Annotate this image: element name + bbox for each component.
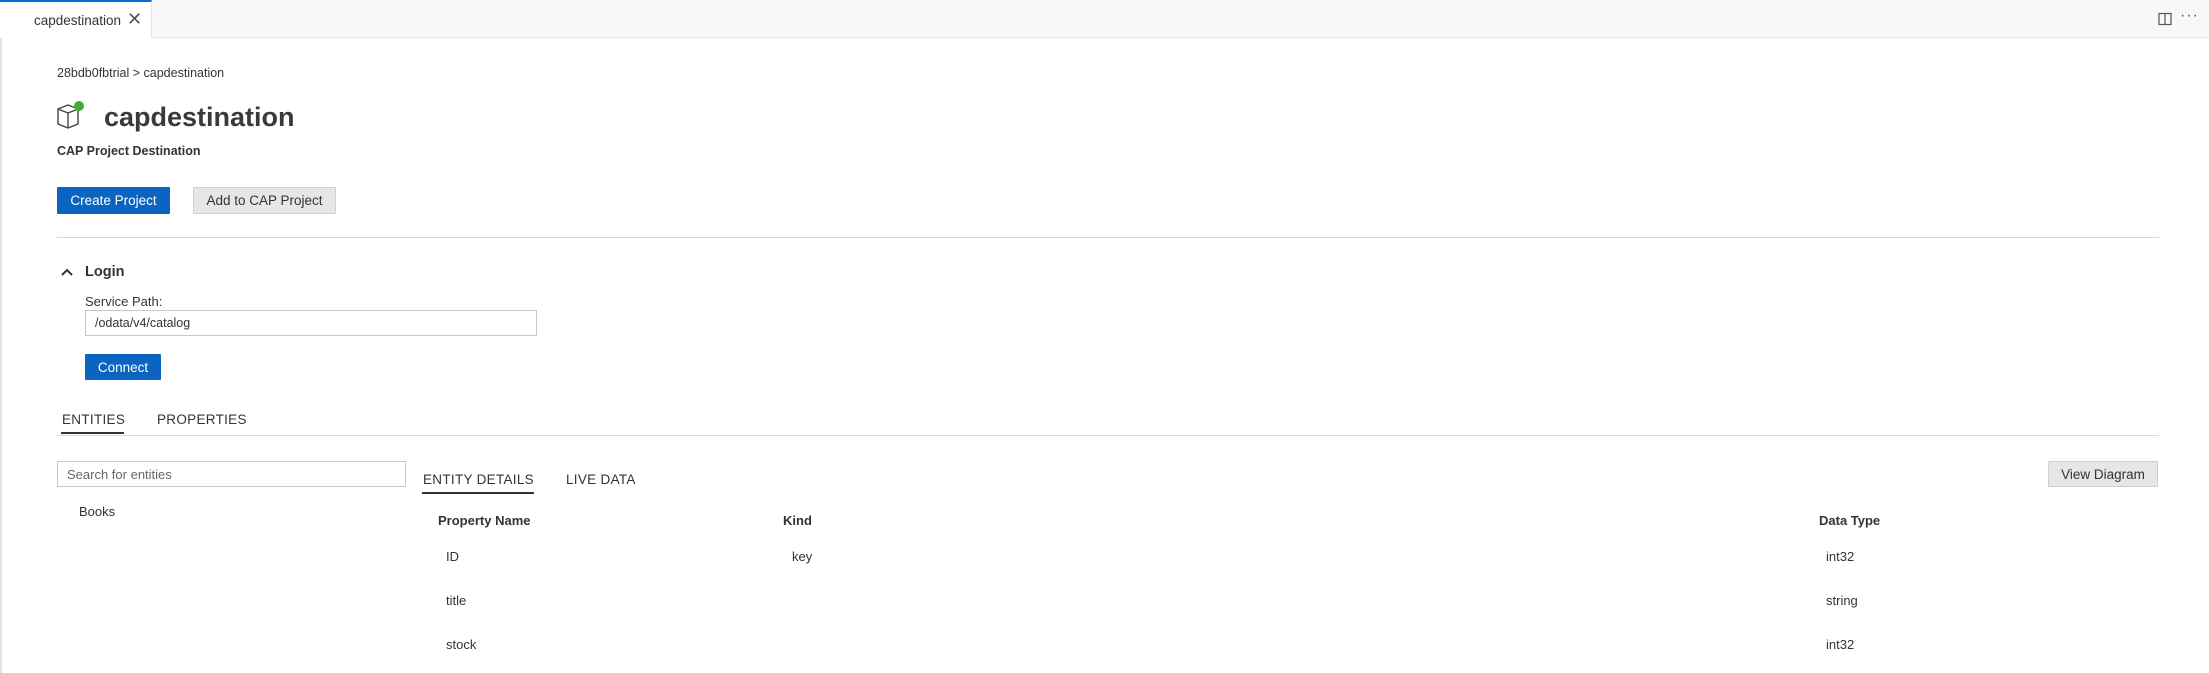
page-title: capdestination xyxy=(104,102,295,132)
more-actions-icon[interactable]: ··· xyxy=(2180,7,2199,25)
breadcrumb: 28bdb0fbtrial > capdestination xyxy=(57,66,225,80)
column-header-property-name: Property Name xyxy=(438,513,531,528)
editor-tab-bar: capdestination ✕ ··· xyxy=(0,0,2209,38)
active-subtab-indicator xyxy=(422,492,534,494)
tab-entities[interactable]: ENTITIES xyxy=(62,412,125,427)
section-divider xyxy=(57,237,2159,238)
close-icon[interactable]: ✕ xyxy=(127,10,142,28)
table-cell-data-type: string xyxy=(1826,593,1858,608)
service-path-input[interactable] xyxy=(85,310,537,336)
table-cell-property-name: title xyxy=(446,593,467,608)
package-icon xyxy=(57,101,84,129)
tab-live-data[interactable]: LIVE DATA xyxy=(566,472,636,487)
editor-tab-capdestination[interactable]: capdestination ✕ xyxy=(0,0,152,38)
tab-entity-details[interactable]: ENTITY DETAILS xyxy=(423,472,534,487)
table-cell-kind: key xyxy=(792,549,813,564)
split-editor-icon[interactable] xyxy=(2158,12,2172,26)
add-to-cap-project-button[interactable]: Add to CAP Project xyxy=(193,187,336,214)
entity-search-input[interactable] xyxy=(57,461,406,487)
create-project-button[interactable]: Create Project xyxy=(57,187,170,214)
service-path-label: Service Path: xyxy=(85,294,163,309)
login-section-toggle[interactable]: Login xyxy=(60,264,124,280)
activity-border xyxy=(0,38,2,673)
column-header-data-type: Data Type xyxy=(1819,513,1881,528)
chevron-up-icon xyxy=(61,268,73,276)
connect-button[interactable]: Connect xyxy=(85,354,161,380)
active-tab-indicator xyxy=(61,432,124,434)
login-title: Login xyxy=(85,264,125,280)
table-cell-property-name: stock xyxy=(446,637,477,652)
tab-properties[interactable]: PROPERTIES xyxy=(157,412,247,427)
table-cell-data-type: int32 xyxy=(1826,637,1855,652)
editor-tab-label: capdestination xyxy=(34,13,122,28)
tabs-divider xyxy=(57,435,2159,436)
entity-item-books[interactable]: Books xyxy=(79,504,115,519)
table-cell-data-type: int32 xyxy=(1826,549,1855,564)
view-diagram-button[interactable]: View Diagram xyxy=(2048,461,2158,487)
column-header-kind: Kind xyxy=(783,513,812,528)
table-cell-property-name: ID xyxy=(446,549,459,564)
page-subtitle: CAP Project Destination xyxy=(57,144,201,158)
